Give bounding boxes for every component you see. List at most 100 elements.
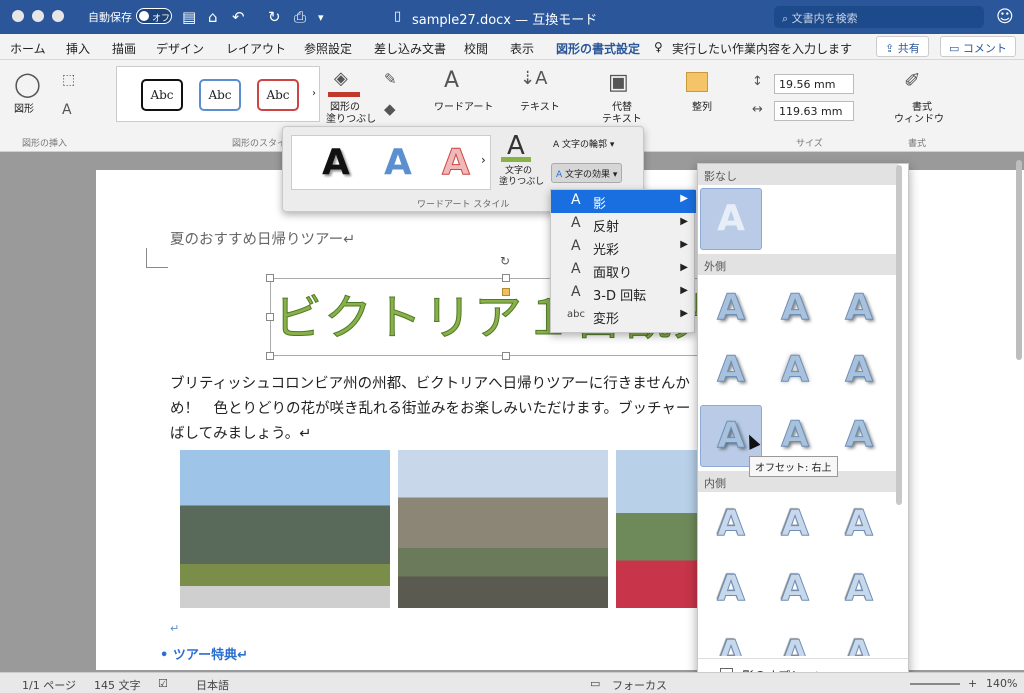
home-icon[interactable]: ⌂ [208,8,218,26]
word-count[interactable]: 145 文字 [94,677,141,693]
customize-chevron-icon[interactable]: ▾ [318,11,324,24]
wordart-sample-pink[interactable]: A [442,142,471,184]
shadow-option[interactable]: A [764,340,826,402]
gallery-more-chevron-icon[interactable]: › [312,88,316,100]
autosave-toggle[interactable]: オフ [136,8,172,24]
search-icon: ⌕ [782,12,792,25]
tab-mailings[interactable]: 差し込み文書 [374,40,446,57]
text-box-icon[interactable]: A [62,102,72,118]
shape-fill-icon[interactable]: ◈ [334,68,348,89]
close-window-button[interactable] [12,10,24,22]
shadow-option[interactable]: A [700,278,762,340]
glow-icon: A [571,238,581,254]
shadow-option[interactable]: A [700,624,762,657]
menu-item-shadow[interactable]: A 影 ▶ [551,190,696,213]
tell-me-input[interactable]: 実行したい作業内容を入力します [672,40,852,57]
height-field[interactable]: 19.56 mm [774,74,854,94]
wordart-gallery[interactable]: A A A [291,135,491,190]
wordart-sample-black[interactable]: A [322,142,350,183]
resize-handle[interactable] [502,352,510,360]
shape-outline-icon[interactable]: ✎ [384,70,397,88]
shapes-icon[interactable]: ◯ [14,70,41,98]
tooltip-offset-top-right: オフセット: 右上 [749,456,838,477]
tab-design[interactable]: デザイン [156,40,204,57]
minimize-window-button[interactable] [32,10,44,22]
tab-shape-format[interactable]: 図形の書式設定 [556,40,641,62]
share-button[interactable]: ⇪ 共有 [876,36,929,57]
wordart-more-chevron-icon[interactable]: › [481,153,486,167]
shapes-label: 図形 [14,104,34,115]
focus-icon[interactable]: ▭ [590,677,600,690]
redo-icon[interactable]: ↻ [268,8,281,26]
zoom-window-button[interactable] [52,10,64,22]
tab-view[interactable]: 表示 [510,40,534,57]
text-direction-icon[interactable]: ⇣A [520,68,547,89]
adjust-handle[interactable] [502,288,510,296]
shape-style-red[interactable]: Abc [257,79,299,111]
wordart-icon[interactable]: A [444,68,459,93]
shadow-option[interactable]: A [700,559,762,621]
language-indicator[interactable]: 日本語 [196,677,229,693]
tab-draw[interactable]: 描画 [112,40,136,57]
page-count[interactable]: 1/1 ページ [22,677,76,693]
shadow-option[interactable]: A [700,340,762,402]
zoom-level[interactable]: 140% [986,677,1017,690]
undo-icon[interactable]: ↶ [232,8,245,26]
resize-handle[interactable] [266,352,274,360]
shape-effects-icon[interactable]: ◆ [384,100,396,118]
menu-item-transform[interactable]: abc 変形 ▶ [551,305,696,328]
tab-insert[interactable]: 挿入 [66,40,90,57]
shadow-option[interactable]: A [700,494,762,556]
submenu-arrow-icon: ▶ [680,216,688,227]
alt-text-icon[interactable]: ▣ [608,70,629,95]
arrange-icon[interactable] [686,72,708,92]
zoom-in-icon[interactable]: + [968,677,977,690]
shadow-option[interactable]: A [764,559,826,621]
photo-fountain[interactable] [398,450,608,608]
shadow-option[interactable]: A [828,624,890,657]
format-pane-icon[interactable]: ✐ [904,68,921,92]
search-input[interactable]: ⌕ 文書内を検索 [774,6,984,28]
shape-fill-color-bar [328,92,360,97]
resize-handle[interactable] [502,274,510,282]
document-scrollbar[interactable] [1016,160,1022,360]
zoom-slider[interactable] [910,683,960,685]
shadow-option[interactable]: A [764,278,826,340]
shadow-option-none[interactable]: A [700,188,762,250]
edit-shape-icon[interactable]: ⬚ [62,72,75,88]
wordart-sample-blue[interactable]: A [384,142,412,183]
rotate-handle-icon[interactable]: ↻ [500,254,510,268]
photo-parliament-hotel[interactable] [180,450,390,608]
resize-handle[interactable] [266,274,274,282]
resize-handle[interactable] [266,313,274,321]
print-icon[interactable]: ⎙ [294,8,306,26]
menu-item-glow[interactable]: A 光彩 ▶ [551,236,696,259]
menu-item-reflection[interactable]: A 反射 ▶ [551,213,696,236]
shape-style-gallery[interactable]: Abc Abc Abc [116,66,320,122]
shape-style-blue[interactable]: Abc [199,79,241,111]
text-label: テキスト [520,102,560,113]
shadow-option[interactable]: A [764,494,826,556]
shadow-option[interactable]: A [828,340,890,402]
feedback-smile-icon[interactable]: ☺ [996,7,1014,27]
focus-label[interactable]: フォーカス [612,677,667,693]
shadow-option[interactable]: A [764,624,826,657]
text-effects-button[interactable]: A 文字の効果 ▾ [551,163,623,183]
proofing-icon[interactable]: ☑ [158,677,168,690]
tab-review[interactable]: 校閲 [464,40,488,57]
shadow-option[interactable]: A [828,494,890,556]
shadow-panel-scrollbar[interactable] [896,165,902,505]
tab-home[interactable]: ホーム [10,40,46,57]
tab-references[interactable]: 参照設定 [304,40,352,57]
menu-item-3d-rotation[interactable]: A 3-D 回転 ▶ [551,282,696,305]
save-icon[interactable]: ▤ [182,8,196,26]
width-field[interactable]: 119.63 mm [774,101,854,121]
photo-garden[interactable] [616,450,698,608]
shape-style-black[interactable]: Abc [141,79,183,111]
shadow-option[interactable]: A [828,278,890,340]
tab-layout[interactable]: レイアウト [226,40,286,57]
comments-button[interactable]: ▭ コメント [940,36,1016,57]
shadow-option[interactable]: A [828,559,890,621]
text-outline-button[interactable]: A 文字の輪郭 ▾ [553,137,614,150]
menu-item-bevel[interactable]: A 面取り ▶ [551,259,696,282]
